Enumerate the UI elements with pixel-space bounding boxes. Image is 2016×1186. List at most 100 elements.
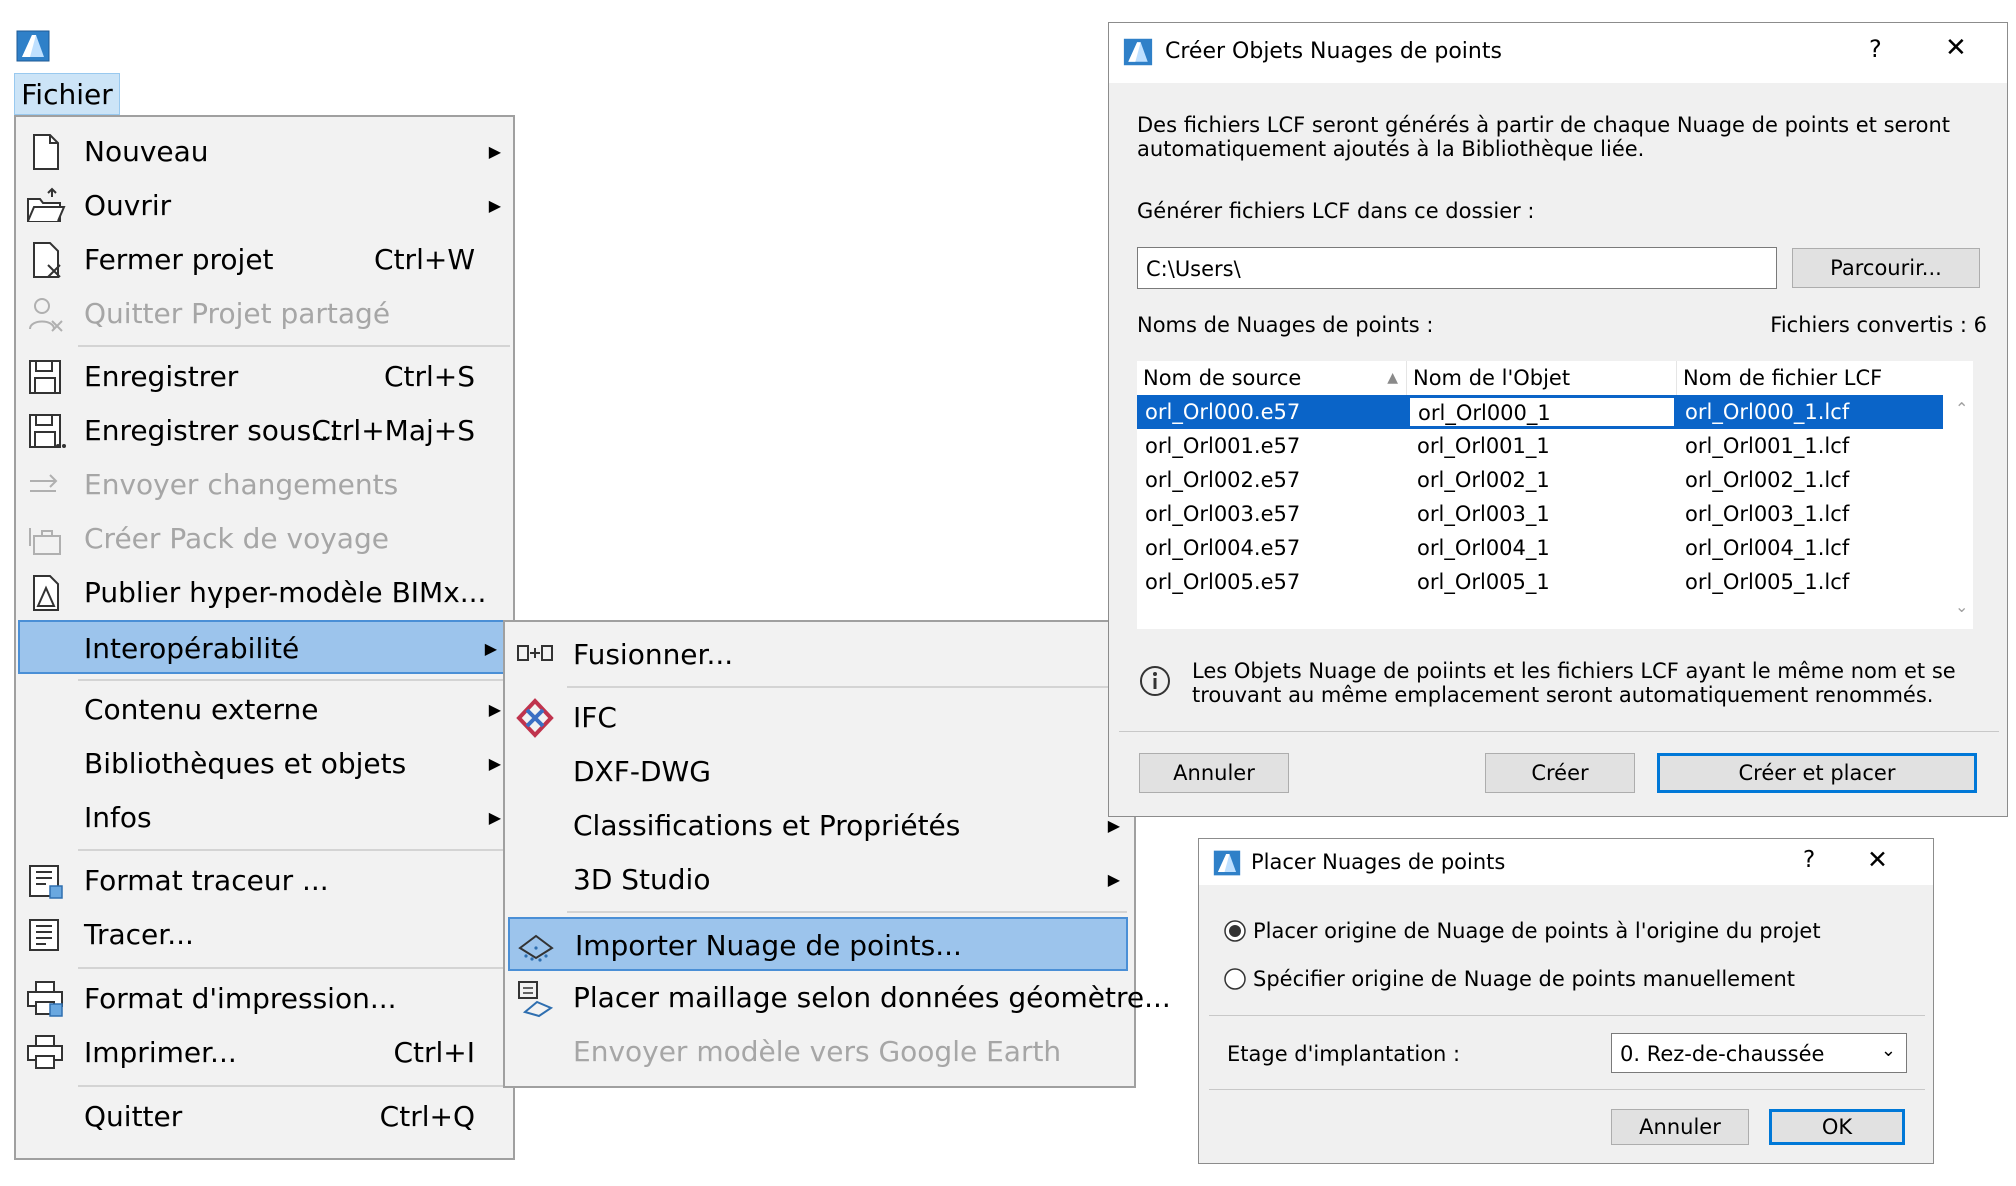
cancel-button[interactable]: Annuler [1611, 1109, 1749, 1145]
submenu-arrow-icon: ▶ [488, 700, 501, 719]
help-button[interactable]: ? [1803, 847, 1815, 873]
table-cell: orl_Orl000_1.lcf [1685, 400, 1850, 424]
menu-separator [567, 686, 1127, 688]
menu-item-fermer-projet[interactable]: Fermer projet Ctrl+W [16, 233, 513, 287]
menu-item-format-traceur[interactable]: Format traceur ... [16, 854, 513, 908]
menu-label: 3D Studio [573, 863, 711, 896]
table-row[interactable]: orl_Orl000.e57 orl_Orl000_1 orl_Orl000_1… [1137, 395, 1943, 429]
menu-item-envoyer-changements[interactable]: Envoyer changements [16, 458, 513, 512]
table-row[interactable]: orl_Orl001.e57 orl_Orl001_1 orl_Orl001_1… [1137, 429, 1943, 463]
table-cell: orl_Orl000.e57 [1145, 400, 1301, 424]
menu-shortcut: Ctrl+I [393, 1036, 475, 1069]
submenu-arrow-icon: ▶ [1107, 870, 1120, 889]
menu-item-bibliotheques-objets[interactable]: Bibliothèques et objets ▶ [16, 737, 513, 791]
folder-path-input[interactable]: C:\Users\ [1137, 247, 1777, 289]
menu-item-contenu-externe[interactable]: Contenu externe ▶ [16, 683, 513, 737]
radio-option-2-label[interactable]: Spécifier origine de Nuage de points man… [1253, 967, 1795, 991]
close-project-icon [33, 242, 61, 278]
table-cell: orl_Orl002_1 [1417, 468, 1550, 492]
point-cloud-icon [518, 934, 554, 962]
close-button[interactable]: ✕ [1945, 33, 1967, 63]
menu-item-tracer[interactable]: Tracer... [16, 908, 513, 962]
help-button[interactable]: ? [1869, 35, 1882, 63]
table-cell: orl_Orl003.e57 [1145, 502, 1301, 526]
menu-shortcut: Ctrl+S [383, 360, 475, 393]
menu-item-format-impression[interactable]: Format d'impression... [16, 972, 513, 1026]
menu-label: Quitter [84, 1100, 183, 1133]
menu-item-quitter-projet-partage[interactable]: Quitter Projet partagé [16, 287, 513, 341]
menu-item-quitter[interactable]: Quitter Ctrl+Q [16, 1090, 513, 1144]
submenu-item-fusionner[interactable]: Fusionner... [505, 628, 1134, 682]
table-row[interactable]: orl_Orl003.e57 orl_Orl003_1 orl_Orl003_1… [1137, 497, 1943, 531]
submenu-item-importer-nuage-points[interactable]: Importer Nuage de points... [508, 917, 1128, 971]
table-cell: orl_Orl005_1.lcf [1685, 570, 1850, 594]
cancel-button[interactable]: Annuler [1139, 753, 1289, 793]
column-header-source[interactable]: Nom de source ▲ [1137, 361, 1407, 395]
menu-item-imprimer[interactable]: Imprimer... Ctrl+I [16, 1026, 513, 1080]
radio-option-1-selected[interactable] [1223, 919, 1247, 943]
radio-option-1-label[interactable]: Placer origine de Nuage de points à l'or… [1253, 919, 1821, 943]
submenu-arrow-icon: ▶ [484, 639, 497, 658]
menu-item-enregistrer-sous[interactable]: Enregistrer sous... Ctrl+Maj+S [16, 404, 513, 458]
menu-label: Interopérabilité [84, 632, 300, 665]
menu-item-infos[interactable]: Infos ▶ [16, 791, 513, 845]
survey-mesh-icon [518, 981, 554, 1018]
table-cell: orl_Orl005_1 [1417, 570, 1550, 594]
send-changes-icon [30, 474, 58, 492]
menu-label: Importer Nuage de points... [575, 929, 962, 962]
plotter-setup-icon [29, 865, 63, 899]
menu-shortcut: Ctrl+Maj+S [311, 414, 475, 447]
menu-label: Enregistrer sous... [84, 414, 338, 447]
submenu-item-dxf-dwg[interactable]: DXF-DWG [505, 745, 1134, 799]
info-line-2: trouvant au même emplacement seront auto… [1192, 683, 1934, 707]
scroll-down-icon[interactable]: ⌄ [1955, 597, 1968, 616]
menu-item-ouvrir[interactable]: Ouvrir ▶ [16, 179, 513, 233]
radio-option-2[interactable] [1223, 967, 1247, 991]
submenu-arrow-icon: ▶ [488, 808, 501, 827]
print-setup-icon [27, 981, 63, 1017]
table-row[interactable]: orl_Orl005.e57 orl_Orl005_1 orl_Orl005_1… [1137, 565, 1943, 599]
dialog-separator [1119, 731, 1999, 732]
dialog-separator [1209, 1089, 1925, 1090]
close-button[interactable]: ✕ [1867, 845, 1888, 874]
story-select[interactable]: 0. Rez-de-chaussée ⌄ [1611, 1033, 1907, 1073]
submenu-item-classifications[interactable]: Classifications et Propriétés ▶ [505, 799, 1134, 853]
table-cell: orl_Orl001_1 [1417, 434, 1550, 458]
menu-fichier[interactable]: Fichier [14, 73, 120, 115]
point-cloud-list-label: Noms de Nuages de points : [1137, 313, 1434, 337]
browse-button[interactable]: Parcourir... [1792, 248, 1980, 288]
ifc-icon [516, 698, 554, 738]
save-icon [29, 360, 61, 394]
create-button[interactable]: Créer [1485, 753, 1635, 793]
table-cell: orl_Orl001.e57 [1145, 434, 1301, 458]
dialog-separator [1209, 1015, 1925, 1016]
menu-label: Imprimer... [84, 1036, 237, 1069]
submenu-item-3d-studio[interactable]: 3D Studio ▶ [505, 853, 1134, 907]
table-cell: orl_Orl002_1.lcf [1685, 468, 1850, 492]
scroll-up-icon[interactable]: ⌃ [1955, 399, 1968, 418]
info-line-1: Les Objets Nuage de poiints et les fichi… [1192, 659, 1956, 683]
submenu-item-ifc[interactable]: IFC [505, 691, 1134, 745]
dialog-titlebar: Créer Objets Nuages de points ? ✕ [1109, 23, 2007, 83]
point-cloud-table: Nom de source ▲ Nom de l'Objet Nom de fic… [1137, 361, 1973, 629]
menu-item-nouveau[interactable]: Nouveau ▶ [16, 125, 513, 179]
column-header-lcf[interactable]: Nom de fichier LCF [1677, 361, 1947, 395]
column-header-object[interactable]: Nom de l'Objet [1407, 361, 1677, 395]
submenu-arrow-icon: ▶ [488, 142, 501, 161]
bimx-icon [33, 575, 59, 611]
menu-separator [78, 1085, 510, 1087]
table-row[interactable]: orl_Orl002.e57 orl_Orl002_1 orl_Orl002_1… [1137, 463, 1943, 497]
menu-item-enregistrer[interactable]: Enregistrer Ctrl+S [16, 350, 513, 404]
ok-button[interactable]: OK [1769, 1109, 1905, 1145]
menu-item-publier-bimx[interactable]: Publier hyper-modèle BIMx... [16, 566, 513, 620]
submenu-item-placer-maillage[interactable]: Placer maillage selon données géomètre..… [505, 971, 1171, 1025]
submenu-item-google-earth[interactable]: Envoyer modèle vers Google Earth [505, 1025, 1134, 1079]
submenu-arrow-icon: ▶ [488, 754, 501, 773]
menu-label: Publier hyper-modèle BIMx... [84, 576, 487, 609]
menu-item-creer-pack-voyage[interactable]: Créer Pack de voyage [16, 512, 513, 566]
menu-item-interoperabilite[interactable]: Interopérabilité ▶ [18, 620, 511, 674]
table-row[interactable]: orl_Orl004.e57 orl_Orl004_1 orl_Orl004_1… [1137, 531, 1943, 565]
create-and-place-button[interactable]: Créer et placer [1657, 753, 1977, 793]
create-point-cloud-objects-dialog: Créer Objets Nuages de points ? ✕ Des fi… [1108, 22, 2008, 817]
object-name-edit-field[interactable]: orl_Orl000_1 [1409, 397, 1675, 427]
